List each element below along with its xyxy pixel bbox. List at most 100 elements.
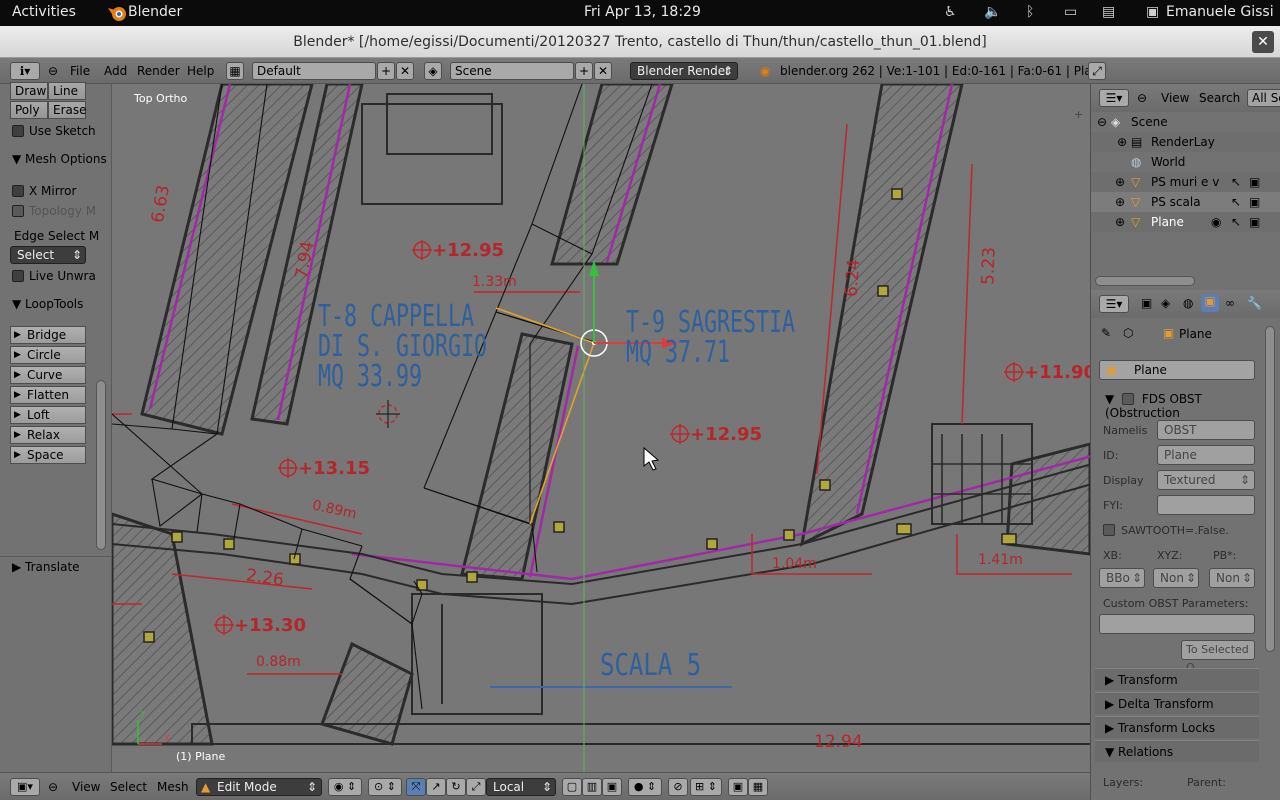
mesh-options-header[interactable]: ▼ Mesh Options: [12, 152, 107, 166]
vertex-select-icon[interactable]: ▢: [562, 778, 582, 796]
orientation-dropdown[interactable]: Local ⇕: [486, 778, 556, 796]
render-animation-icon[interactable]: ▦: [748, 778, 768, 796]
constraints-tab-icon[interactable]: ∞: [1225, 296, 1235, 310]
face-select-icon[interactable]: ▣: [602, 778, 622, 796]
looptools-loft-button[interactable]: ▶ Loft: [10, 406, 86, 424]
custom-params-field[interactable]: [1099, 614, 1255, 634]
scene-tab-icon[interactable]: ◈: [1161, 296, 1170, 310]
transform-locks-panel-header[interactable]: ▶ Transform Locks: [1095, 716, 1259, 738]
x-mirror-checkbox[interactable]: X Mirror: [12, 184, 76, 198]
editor-type-icon[interactable]: ℹ▾: [10, 62, 40, 80]
outliner-h-scrollbar[interactable]: [1095, 276, 1195, 286]
looptools-flatten-button[interactable]: ▶ Flatten: [10, 386, 86, 404]
user-menu[interactable]: Emanuele Gissi: [1166, 4, 1274, 20]
transform-panel-header[interactable]: ▶ Transform: [1095, 668, 1259, 690]
select-cursor-icon[interactable]: ↖: [1231, 192, 1241, 212]
looptools-space-button[interactable]: ▶ Space: [10, 446, 86, 464]
outliner-row-renderlayers[interactable]: ⊕ ▤ RenderLay: [1091, 132, 1280, 152]
add-screen-icon[interactable]: +: [377, 62, 395, 80]
menu-file[interactable]: File: [70, 64, 90, 78]
render-camera-icon[interactable]: ▣: [1249, 212, 1260, 232]
delete-scene-icon[interactable]: ✕: [594, 62, 612, 80]
expand-icon[interactable]: ⊕: [1115, 192, 1125, 212]
eye-icon[interactable]: ◉: [1211, 212, 1221, 232]
looptools-curve-button[interactable]: ▶ Curve: [10, 366, 86, 384]
properties-scrollbar[interactable]: [1265, 326, 1275, 652]
toolshelf-scrollbar[interactable]: [96, 380, 106, 550]
rotate-manipulator-icon[interactable]: ↻: [446, 778, 466, 796]
close-icon[interactable]: ✕: [1252, 31, 1274, 53]
snap-element-icon[interactable]: ⊞ ⇕: [690, 778, 722, 796]
menu-help[interactable]: Help: [187, 64, 214, 78]
menu-view[interactable]: View: [72, 780, 100, 794]
delta-transform-panel-header[interactable]: ▶ Delta Transform: [1095, 692, 1259, 714]
user-icon[interactable]: ▣: [1146, 4, 1159, 20]
collapse-icon[interactable]: ⊖: [1137, 91, 1147, 105]
render-preview-icon[interactable]: ▣: [728, 778, 748, 796]
grease-poly-button[interactable]: Poly: [10, 101, 48, 119]
menu-mesh[interactable]: Mesh: [157, 780, 189, 794]
edge-select-icon[interactable]: ▥: [582, 778, 602, 796]
outliner-editor-icon[interactable]: ☰▾: [1099, 89, 1129, 107]
activities-button[interactable]: Activities: [12, 4, 76, 20]
fds-obst-panel-header[interactable]: ▼ FDS OBST (Obstruction: [1105, 392, 1280, 420]
expand-icon[interactable]: ⊕: [1115, 212, 1125, 232]
looptools-bridge-button[interactable]: ▶ Bridge: [10, 326, 86, 344]
object-name-field[interactable]: ▣ Plane: [1099, 360, 1255, 380]
display-icon[interactable]: ▭: [1064, 4, 1077, 20]
to-selected-button[interactable]: To Selected O: [1181, 640, 1255, 674]
render-engine-select[interactable]: Blender Render ⇕: [630, 62, 738, 80]
menu-render[interactable]: Render: [137, 64, 180, 78]
outliner-row-ps-muri[interactable]: ⊕ ▽ PS muri e v ↖ ▣: [1091, 172, 1280, 192]
scene-field[interactable]: Scene: [450, 62, 574, 80]
properties-editor-icon[interactable]: ☰▾: [1099, 295, 1129, 313]
manipulator-toggle-icon[interactable]: ⤧: [406, 778, 426, 796]
modifiers-tab-icon[interactable]: 🔧: [1247, 296, 1262, 310]
fyi-field[interactable]: [1157, 495, 1255, 515]
looptools-relax-button[interactable]: ▶ Relax: [10, 426, 86, 444]
pb-dropdown[interactable]: Non ⇕: [1209, 568, 1255, 588]
pin-icon[interactable]: ✎: [1101, 326, 1111, 340]
clock[interactable]: Fri Apr 13, 18:29: [584, 4, 701, 20]
scene-icon[interactable]: ◈: [424, 62, 442, 80]
app-menu[interactable]: Blender: [128, 4, 182, 20]
looptools-circle-button[interactable]: ▶ Circle: [10, 346, 86, 364]
topology-mirror-checkbox[interactable]: Topology M: [12, 204, 96, 218]
3d-viewport[interactable]: T-8 CAPPELLA DI S. GIORGIO MQ 33.99 T-9 …: [112, 84, 1090, 772]
id-field[interactable]: Plane: [1157, 445, 1255, 465]
volume-icon[interactable]: 🔈: [984, 4, 1001, 20]
live-unwrap-checkbox[interactable]: Live Unwra: [12, 269, 96, 283]
outliner-row-scene[interactable]: ⊖ ◈ Scene: [1091, 112, 1280, 132]
pivot-point-icon[interactable]: ⊙ ⇕: [368, 778, 402, 796]
xyz-dropdown[interactable]: Non ⇕: [1153, 568, 1199, 588]
select-cursor-icon[interactable]: ↖: [1231, 172, 1241, 192]
3d-editor-type-icon[interactable]: ▣▾: [10, 778, 40, 796]
proportional-edit-icon[interactable]: ● ⇕: [628, 778, 662, 796]
screen-layout-icon[interactable]: ▦: [226, 62, 244, 80]
grease-draw-button[interactable]: Draw: [10, 82, 48, 100]
screen-layout-field[interactable]: Default: [252, 62, 376, 80]
world-tab-icon[interactable]: ◍: [1183, 296, 1193, 310]
outliner-menu-search[interactable]: Search: [1199, 91, 1240, 105]
sawtooth-checkbox[interactable]: SAWTOOTH=.False.: [1103, 524, 1229, 537]
fullscreen-icon[interactable]: ⤢: [1088, 62, 1106, 80]
collapse-icon[interactable]: ⊖: [48, 780, 58, 794]
scale-manipulator-icon[interactable]: ⤢: [466, 778, 486, 796]
outliner-row-world[interactable]: ◍ World: [1091, 152, 1280, 172]
grease-line-button[interactable]: Line: [48, 82, 86, 100]
fds-obst-checkbox[interactable]: [1122, 393, 1135, 405]
display-dropdown[interactable]: Textured ⇕: [1157, 470, 1255, 490]
render-tab-icon[interactable]: ▣: [1141, 296, 1152, 310]
looptools-header[interactable]: ▼ LoopTools: [12, 297, 83, 311]
translate-manipulator-icon[interactable]: ↗: [426, 778, 446, 796]
mode-dropdown[interactable]: ▲ Edit Mode ⇕: [196, 778, 322, 796]
snap-toggle-icon[interactable]: ⊘: [668, 778, 688, 796]
add-scene-icon[interactable]: +: [575, 62, 593, 80]
clipboard-icon[interactable]: ▤: [1102, 4, 1115, 20]
use-sketch-checkbox[interactable]: Use Sketch: [12, 124, 96, 138]
properties-toggle-icon[interactable]: +: [1074, 108, 1083, 121]
edge-select-dropdown[interactable]: Select ⇕: [10, 246, 86, 264]
accessibility-icon[interactable]: ♿: [944, 4, 957, 20]
collapse-icon[interactable]: ⊖: [48, 64, 58, 78]
grease-erase-button[interactable]: Erase: [48, 101, 87, 119]
